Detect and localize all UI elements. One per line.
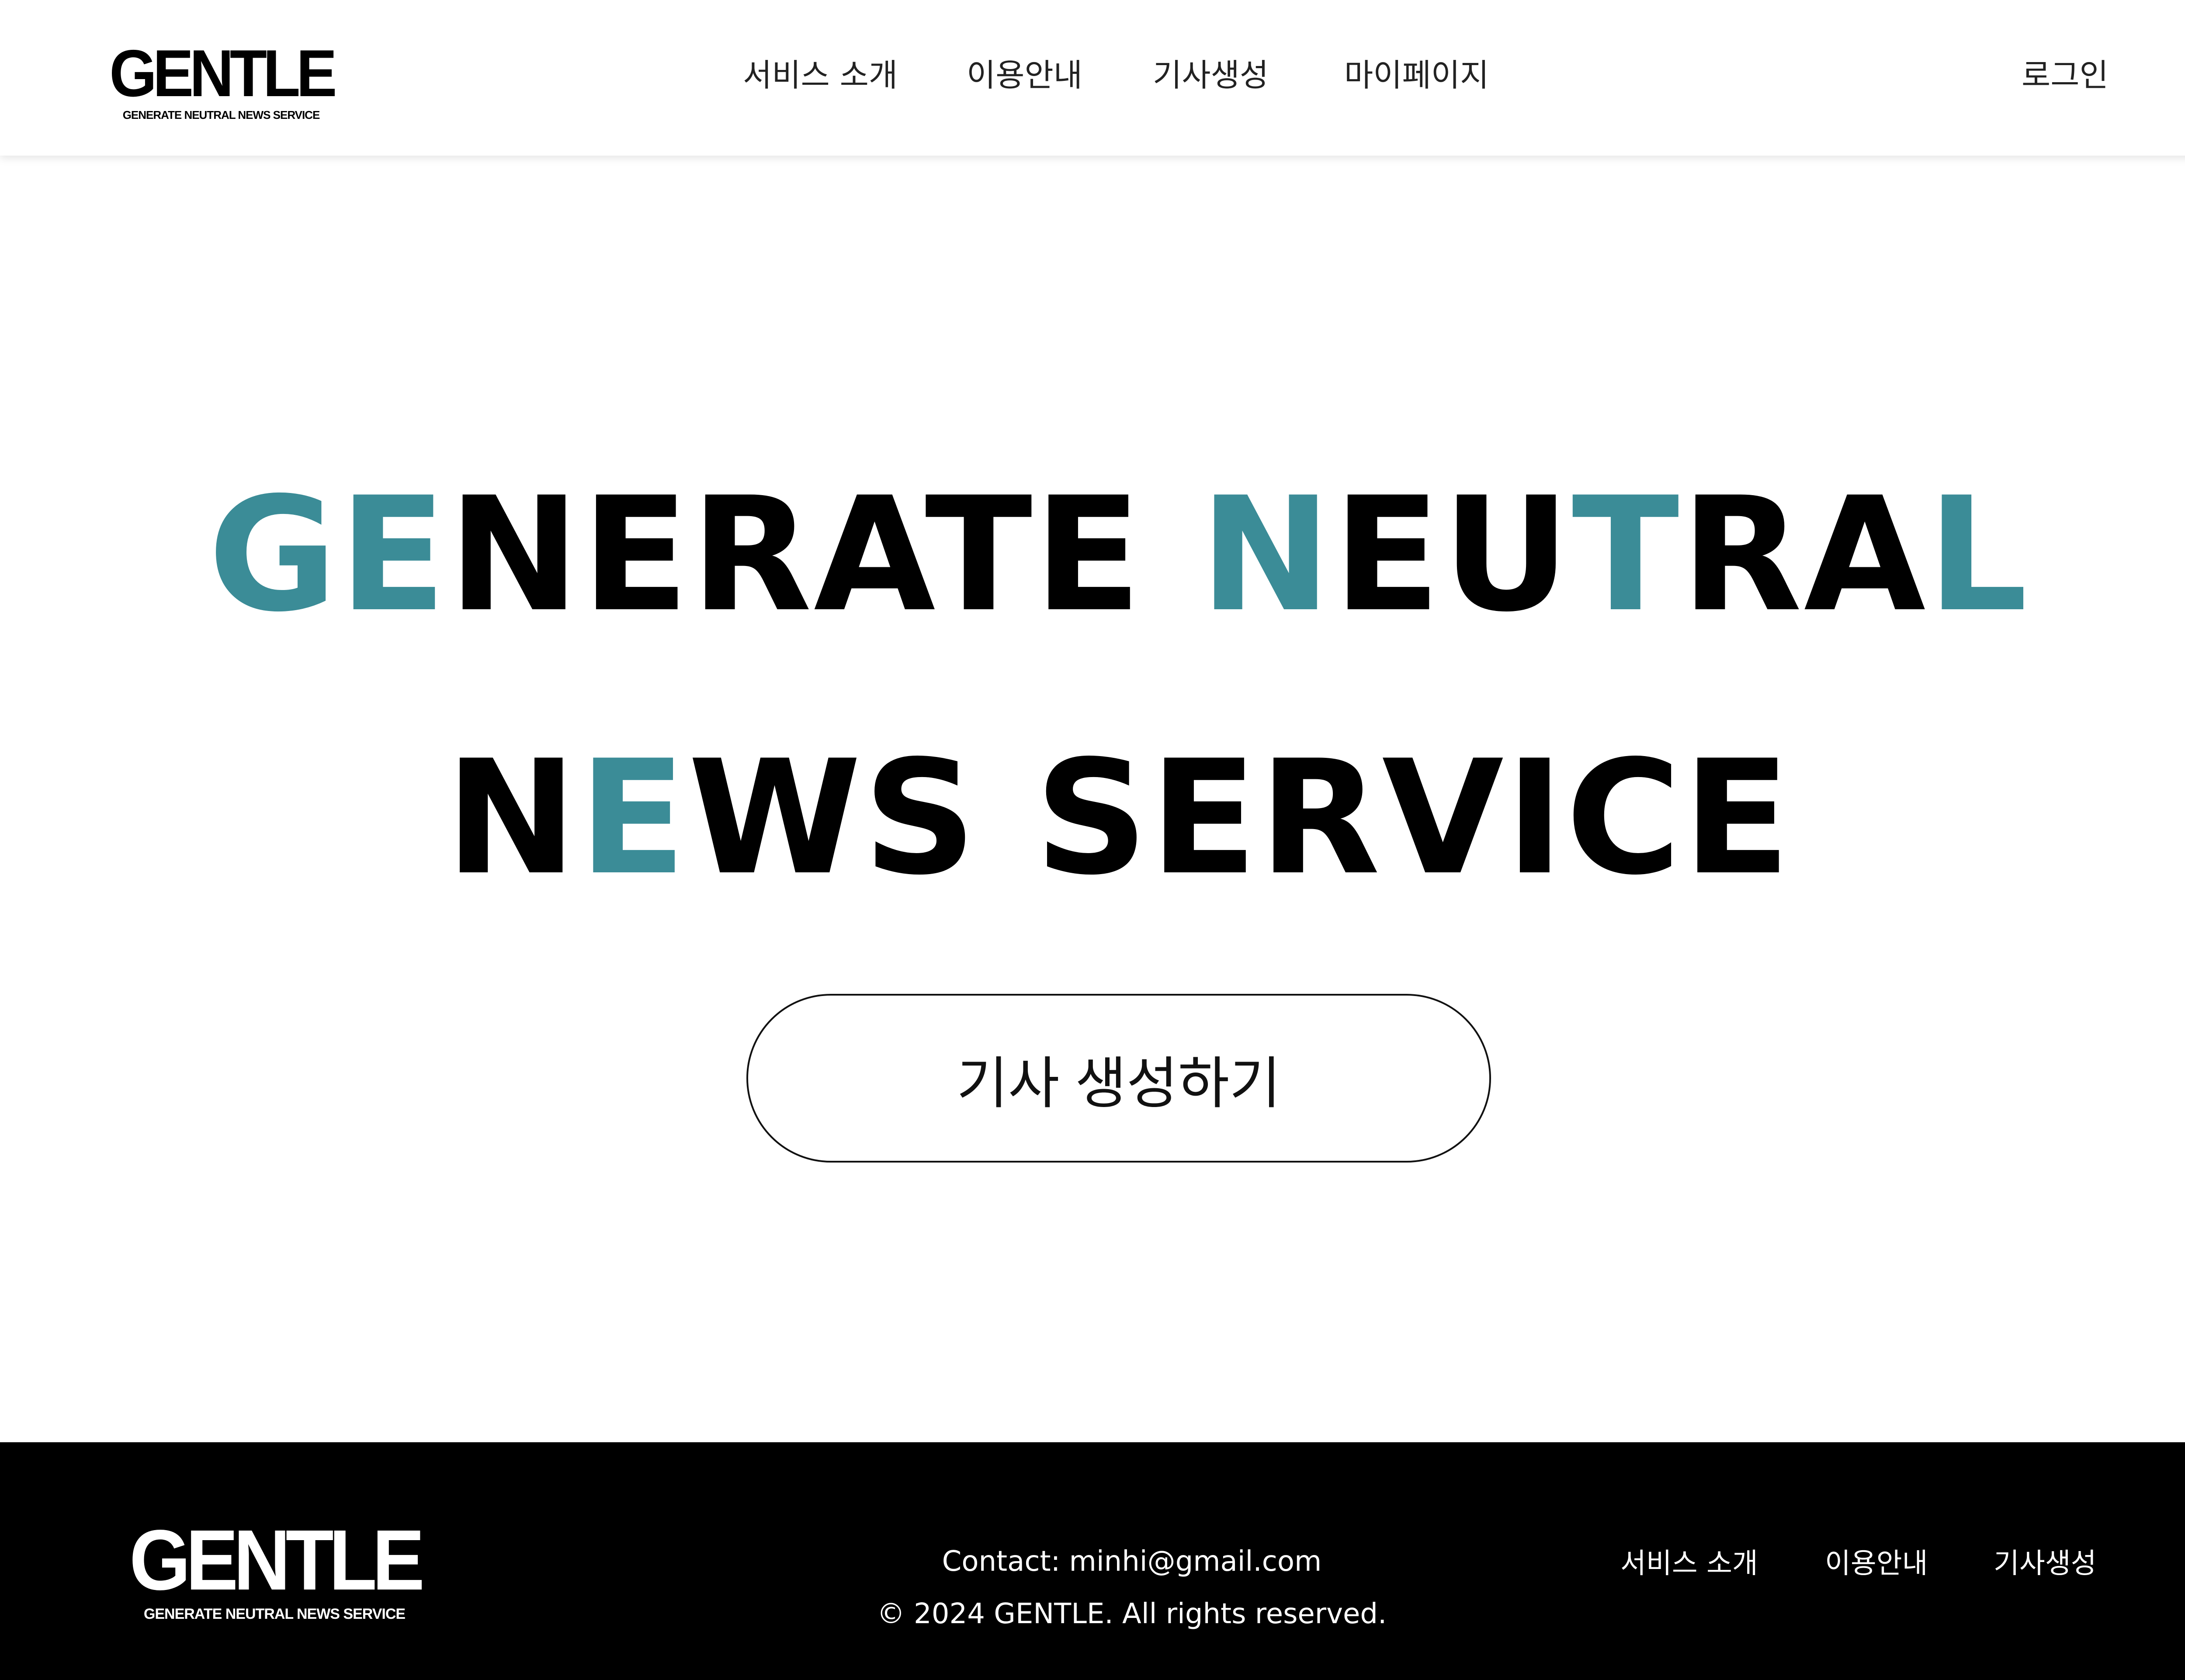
footer-nav-service-intro[interactable]: 서비스 소개 <box>1620 1541 1758 1581</box>
nav-item-generate-article[interactable]: 기사생성 <box>1153 53 1269 97</box>
hero-letters: N <box>445 726 579 909</box>
generate-article-button[interactable]: 기사 생성하기 <box>746 994 1491 1163</box>
hero-accent-letters: L <box>1927 463 2029 646</box>
hero-accent-letters: T <box>1572 463 1681 646</box>
footer-nav-generate-article[interactable]: 기사생성 <box>1994 1541 2097 1581</box>
hero-letters: EU <box>1333 463 1572 646</box>
hero-letters: NERATE <box>448 463 1200 646</box>
footer-logo[interactable]: GENTLE GENERATE NEUTRAL NEWS SERVICE <box>121 1512 427 1622</box>
hero-accent-letters: GE <box>208 463 448 646</box>
hero-letters: WS SERVICE <box>688 726 1792 909</box>
footer-copyright: © 2024 GENTLE. All rights reserved. <box>877 1598 1387 1630</box>
hero-title-line-2: NEWS SERVICE <box>0 739 2185 897</box>
nav-item-service-intro[interactable]: 서비스 소개 <box>743 53 898 97</box>
hero-letters: RA <box>1681 463 1928 646</box>
hero-accent-letters: N <box>1200 463 1333 646</box>
footer-logo-tagline: GENERATE NEUTRAL NEWS SERVICE <box>143 1606 406 1622</box>
hero-accent-letters: E <box>579 726 688 909</box>
nav-item-my-page[interactable]: 마이페이지 <box>1344 53 1489 97</box>
logo-tagline: GENERATE NEUTRAL NEWS SERVICE <box>122 108 320 121</box>
footer-contact: Contact: minhi@gmail.com <box>942 1545 1322 1578</box>
site-header: GENTLE GENERATE NEUTRAL NEWS SERVICE 서비스… <box>0 0 2185 156</box>
main-nav: 서비스 소개 이용안내 기사생성 마이페이지 <box>0 53 2185 97</box>
footer-logo-wordmark: GENTLE <box>129 1512 424 1608</box>
login-link[interactable]: 로그인 <box>2022 53 2109 97</box>
hero-title-line-1: GENERATE NEUTRAL <box>0 476 2185 634</box>
nav-item-usage-guide[interactable]: 이용안내 <box>967 53 1082 97</box>
footer-nav-usage-guide[interactable]: 이용안내 <box>1825 1541 1928 1581</box>
site-footer: GENTLE GENERATE NEUTRAL NEWS SERVICE Con… <box>0 1442 2185 1680</box>
